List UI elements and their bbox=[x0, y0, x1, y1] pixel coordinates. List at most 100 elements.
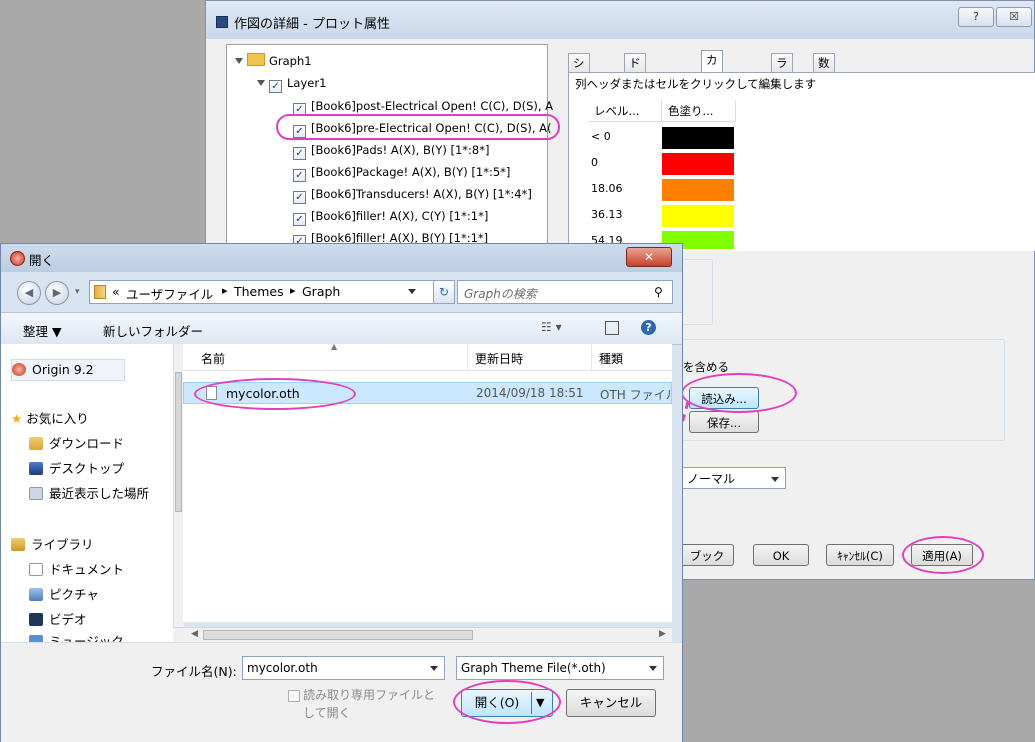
tree-plot-label: [Book6]post-Electrical Open! C(C), D(S),… bbox=[311, 99, 554, 113]
color-cell[interactable] bbox=[662, 153, 734, 175]
nav-origin[interactable]: Origin 9.2 bbox=[11, 359, 125, 381]
recent-pages-icon[interactable]: ▾ bbox=[75, 287, 80, 297]
library-icon bbox=[11, 538, 25, 551]
close-icon[interactable]: ✕ bbox=[626, 247, 672, 267]
chevron-down-icon[interactable] bbox=[430, 666, 438, 671]
color-cell[interactable] bbox=[662, 179, 734, 201]
color-cell[interactable] bbox=[662, 127, 734, 149]
nav-videos[interactable]: ビデオ bbox=[29, 610, 87, 630]
new-folder-button[interactable]: 新しいフォルダー bbox=[103, 321, 203, 340]
videos-icon bbox=[29, 613, 43, 626]
organize-menu[interactable]: 整理 ▼ bbox=[23, 321, 62, 340]
column-headers: 名前 ▲ 更新日時 種類 bbox=[183, 342, 672, 371]
file-type: OTH ファイル bbox=[600, 388, 672, 402]
plot-tree: Graph1 ✓ Layer1 ✓ [Book6]post-Electrical O… bbox=[226, 44, 553, 248]
highlight-ring bbox=[194, 378, 356, 410]
tab-dropline[interactable]: ドロップライン bbox=[624, 53, 646, 178]
checkbox-icon[interactable]: ✓ bbox=[293, 147, 306, 160]
tab-numeric-format[interactable]: 数値の表示形式 bbox=[813, 53, 835, 178]
sort-icon: ▲ bbox=[331, 342, 338, 351]
ok-button[interactable]: OK bbox=[753, 544, 809, 566]
view-options-icon[interactable]: ☷ ▾ bbox=[541, 320, 562, 334]
column-name[interactable]: 名前 bbox=[201, 350, 225, 367]
breadcrumb-graph[interactable]: Graph bbox=[302, 284, 340, 299]
tree-plot-label: [Book6]Package! A(X), B(Y) [1*:5*] bbox=[311, 165, 511, 179]
tab-colormap[interactable]: カラーマップ bbox=[701, 50, 723, 157]
origin-icon bbox=[12, 363, 26, 376]
nav-music[interactable]: ミュージック bbox=[29, 632, 124, 642]
recent-places-icon bbox=[29, 487, 43, 500]
readonly-checkbox[interactable] bbox=[288, 690, 300, 702]
nav-desktop[interactable]: デスクトップ bbox=[29, 459, 124, 479]
nav-label: デスクトップ bbox=[49, 461, 125, 476]
scroll-thumb[interactable] bbox=[203, 630, 473, 640]
nav-recent[interactable]: 最近表示した場所 bbox=[29, 484, 149, 504]
fill-header[interactable]: 色塗り... bbox=[662, 100, 736, 122]
expand-icon[interactable] bbox=[257, 80, 265, 86]
checkbox-icon[interactable]: ✓ bbox=[269, 80, 282, 93]
horizontal-scrollbar[interactable]: ◀ ▶ bbox=[173, 627, 672, 643]
back-arrow-icon[interactable]: ◀ bbox=[17, 281, 41, 305]
checkbox-icon[interactable]: ✓ bbox=[293, 213, 306, 226]
chevron-down-icon[interactable] bbox=[408, 289, 416, 294]
nav-libraries[interactable]: ライブラリ bbox=[11, 535, 94, 555]
nav-favorites[interactable]: ★ お気に入り bbox=[11, 409, 89, 429]
color-cell[interactable] bbox=[662, 205, 734, 227]
breadcrumb-user-files[interactable]: ユーザファイル bbox=[126, 284, 213, 303]
search-icon[interactable]: ⚲ bbox=[654, 285, 663, 299]
filename-label: ファイル名(N): bbox=[151, 664, 237, 679]
tree-plot-label: [Book6]Pads! A(X), B(Y) [1*:8*] bbox=[311, 143, 490, 157]
level-cell[interactable]: 0 bbox=[588, 150, 660, 176]
nav-pictures[interactable]: ピクチャ bbox=[29, 585, 99, 605]
column-divider bbox=[591, 344, 592, 370]
tree-graph-node[interactable]: Graph1 bbox=[235, 51, 312, 71]
music-icon bbox=[29, 635, 43, 642]
scroll-thumb[interactable] bbox=[175, 372, 182, 512]
filename-input[interactable]: mycolor.oth bbox=[242, 656, 445, 680]
level-cell[interactable]: 36.13 bbox=[588, 202, 660, 228]
column-type[interactable]: 種類 bbox=[599, 350, 623, 367]
tree-plot-item[interactable]: ✓ [Book6]post-Electrical Open! C(C), D(S)… bbox=[293, 96, 553, 116]
tree-plot-item[interactable]: ✓ [Book6]Package! A(X), B(Y) [1*:5*] bbox=[293, 162, 510, 182]
preview-pane-icon[interactable] bbox=[605, 321, 619, 335]
tree-plot-item[interactable]: ✓ [Book6]Transducers! A(X), B(Y) [1*:4*] bbox=[293, 184, 532, 204]
forward-arrow-icon[interactable]: ▶ bbox=[45, 281, 69, 305]
address-bar[interactable]: « ユーザファイル ▸ Themes ▸ Graph bbox=[89, 280, 437, 304]
cancel-button[interactable]: ｷｬﾝｾﾙ(C) bbox=[826, 544, 894, 566]
scroll-right-icon[interactable]: ▶ bbox=[659, 629, 666, 639]
help-button[interactable]: ? bbox=[958, 7, 994, 27]
tree-plot-item[interactable]: ✓ [Book6]Pads! A(X), B(Y) [1*:8*] bbox=[293, 140, 490, 160]
expand-icon[interactable] bbox=[235, 58, 243, 64]
scroll-left-icon[interactable]: ◀ bbox=[191, 629, 198, 639]
column-date[interactable]: 更新日時 bbox=[475, 350, 523, 367]
filetype-select[interactable]: Graph Theme File(*.oth) bbox=[456, 656, 664, 680]
checkbox-icon[interactable]: ✓ bbox=[293, 169, 306, 182]
nav-label: ドキュメント bbox=[49, 562, 125, 577]
checkbox-icon[interactable]: ✓ bbox=[293, 191, 306, 204]
tab-symbol[interactable]: シンボル bbox=[568, 53, 590, 124]
breadcrumb-chevron[interactable]: « bbox=[112, 284, 120, 299]
nav-downloads[interactable]: ダウンロード bbox=[29, 434, 124, 454]
command-bar: 整理 ▼ 新しいフォルダー ☷ ▾ ? bbox=[1, 312, 682, 345]
refresh-icon[interactable]: ↻ bbox=[433, 280, 455, 304]
tree-plot-item[interactable]: ✓ [Book6]filler! A(X), C(Y) [1*:1*] bbox=[293, 206, 488, 226]
nav-documents[interactable]: ドキュメント bbox=[29, 560, 124, 580]
level-cell[interactable]: < 0 bbox=[588, 124, 660, 150]
chevron-down-icon[interactable] bbox=[649, 666, 657, 671]
search-input[interactable]: Graphの検索 ⚲ bbox=[457, 280, 673, 304]
breadcrumb-themes[interactable]: Themes bbox=[234, 284, 284, 299]
colormap-panel: 列ヘッダまたはセルをクリックして編集します レベル... 色塗り... < 0 … bbox=[568, 72, 1035, 251]
folder-icon bbox=[247, 53, 265, 66]
close-button[interactable]: ☒ bbox=[996, 7, 1032, 27]
cancel-button[interactable]: キャンセル bbox=[566, 689, 656, 717]
workbook-button[interactable]: ブック bbox=[680, 544, 734, 566]
tree-layer-node[interactable]: ✓ Layer1 bbox=[257, 73, 326, 93]
tree-graph-label: Graph1 bbox=[269, 54, 312, 68]
tab-label[interactable]: ラベル bbox=[771, 53, 793, 106]
dialog-icon bbox=[216, 16, 228, 28]
nav-label: 最近表示した場所 bbox=[49, 486, 150, 501]
level-cell[interactable]: 18.06 bbox=[588, 176, 660, 202]
title-bar: 作図の詳細 - プロット属性 ? ☒ bbox=[206, 1, 1034, 39]
level-header[interactable]: レベル... bbox=[588, 100, 662, 122]
help-icon[interactable]: ? bbox=[641, 320, 656, 335]
